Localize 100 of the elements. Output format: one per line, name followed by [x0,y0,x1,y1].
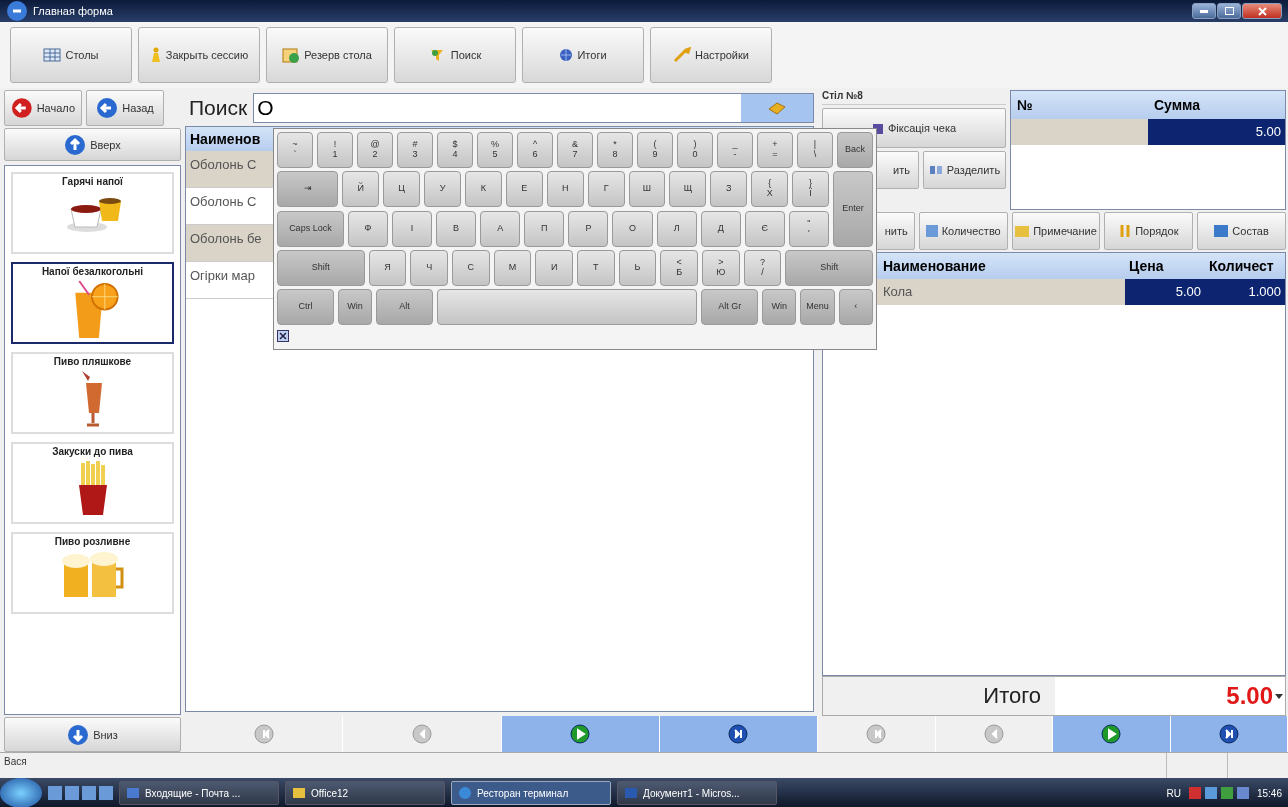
sum-cell: 5.00 [1148,119,1285,145]
taskbar-button[interactable]: Входящие - Почта ... [119,781,279,805]
start-button[interactable] [0,778,42,807]
keyboard-key[interactable]: ? / [743,250,782,286]
taskbar-button[interactable]: Office12 [285,781,445,805]
keyboard-key[interactable]: Alt Gr [701,289,759,325]
keyboard-key[interactable]: ( 9 [637,132,673,168]
search-field[interactable]: О [253,93,814,123]
keyboard-key[interactable]: В [436,211,477,247]
category-tile[interactable]: Пиво розливне [11,532,174,614]
toolbar-button[interactable]: Настройки [650,27,772,83]
keyboard-key[interactable]: ! 1 [317,132,353,168]
keyboard-key[interactable]: Shift [785,250,873,286]
keyboard-key[interactable]: Я [368,250,407,286]
keyboard-key[interactable]: Ш [628,171,666,207]
keyboard-key[interactable]: Ц [383,171,421,207]
down-button[interactable]: Вниз [4,717,181,752]
keyboard-key[interactable]: Menu [800,289,835,325]
keyboard-key[interactable]: С [451,250,490,286]
toolbar-button[interactable]: Итоги [522,27,644,83]
keyboard-key[interactable]: О [612,211,653,247]
category-tile[interactable]: Гарячі напої [11,172,174,254]
toolbar-button[interactable]: Поиск [394,27,516,83]
space-key[interactable] [437,289,698,325]
keyboard-close-button[interactable] [277,330,289,342]
keyboard-key[interactable]: Alt [376,289,434,325]
category-tile[interactable]: Пиво пляшкове [11,352,174,434]
keyboard-key[interactable]: И [535,250,573,286]
keyboard-key[interactable]: К [465,171,502,207]
keyboard-key[interactable]: } Ї [792,171,829,207]
action-button[interactable]: Примечание [1011,212,1101,250]
taskbar-button[interactable]: Документ1 - Micros... [617,781,777,805]
keyboard-key[interactable]: У [424,171,461,207]
maximize-button[interactable] [1217,3,1241,19]
keyboard-key[interactable]: Щ [669,171,707,207]
toolbar-button[interactable]: Резерв стола [266,27,388,83]
keyboard-key[interactable]: ‹ [838,289,873,325]
keyboard-key[interactable]: Back [837,132,873,168]
keyboard-key[interactable]: І [391,211,432,247]
dropdown-icon[interactable] [1275,691,1283,701]
folder-icon [292,786,306,800]
total-value: 5.00 [1226,682,1273,710]
keyboard-key[interactable]: Н [546,171,584,207]
keyboard-key[interactable]: % 5 [477,132,513,168]
keyboard-key[interactable]: _ - [717,132,753,168]
keyboard-key[interactable]: ⇥ [277,171,339,207]
keyboard-key[interactable]: Д [700,211,741,247]
language-indicator[interactable]: RU [1166,787,1181,799]
split-button[interactable]: Разделить [923,151,1006,189]
keyboard-key[interactable]: + = [757,132,793,168]
keyboard-key[interactable]: Е [505,171,543,207]
keyboard-key[interactable]: @ 2 [357,132,393,168]
search-button[interactable] [741,94,813,122]
pager-button[interactable] [659,716,818,752]
keyboard-key[interactable]: Caps Lock [277,211,344,247]
up-button[interactable]: Вверх [4,128,181,161]
pager-button[interactable] [1170,716,1288,752]
keyboard-key[interactable]: Є [744,211,785,247]
back-button[interactable]: Назад [86,90,164,126]
toolbar-button[interactable]: Столы [10,27,132,83]
keyboard-key[interactable]: < Б [660,250,698,286]
category-tile[interactable]: Напої безалкогольні [11,262,174,344]
close-button[interactable] [1242,3,1282,19]
action-button[interactable]: Порядок [1104,212,1194,250]
action-button[interactable]: Количество [918,212,1008,250]
keyboard-key[interactable]: " ' [788,211,829,247]
home-button[interactable]: Начало [4,90,82,126]
taskbar-button[interactable]: Ресторан терминал [451,781,611,805]
keyboard-key[interactable]: > Ю [702,250,740,286]
keyboard-key[interactable]: ~ ` [277,132,313,168]
keyboard-key[interactable]: # 3 [397,132,433,168]
keyboard-key[interactable]: А [480,211,521,247]
keyboard-key[interactable]: Т [577,250,615,286]
keyboard-key[interactable]: Л [656,211,697,247]
keyboard-key[interactable]: Й [342,171,380,207]
category-tile[interactable]: Закуски до пива [11,442,174,524]
keyboard-key[interactable]: Ctrl [277,289,334,325]
status-text: Вася [3,755,28,769]
keyboard-key[interactable]: З [710,171,748,207]
keyboard-key[interactable]: Win [337,289,373,325]
keyboard-key[interactable]: Shift [277,250,365,286]
keyboard-key[interactable]: | \ [797,132,833,168]
minimize-button[interactable] [1192,3,1216,19]
keyboard-key[interactable]: Ф [347,211,388,247]
keyboard-key[interactable]: ^ 6 [517,132,553,168]
keyboard-key[interactable]: П [524,211,565,247]
keyboard-key[interactable]: Enter [833,171,873,247]
keyboard-key[interactable]: Win [762,289,797,325]
keyboard-key[interactable]: Ь [618,250,657,286]
keyboard-key[interactable]: ) 0 [677,132,713,168]
keyboard-key[interactable]: * 8 [597,132,633,168]
keyboard-key[interactable]: Р [568,211,609,247]
toolbar-button[interactable]: Закрыть сессию [138,27,260,83]
keyboard-key[interactable]: { Х [751,171,789,207]
keyboard-key[interactable]: М [493,250,532,286]
keyboard-key[interactable]: Ч [410,250,448,286]
keyboard-key[interactable]: & 7 [557,132,593,168]
keyboard-key[interactable]: Г [587,171,625,207]
action-button[interactable]: Состав [1197,212,1286,250]
keyboard-key[interactable]: $ 4 [437,132,473,168]
